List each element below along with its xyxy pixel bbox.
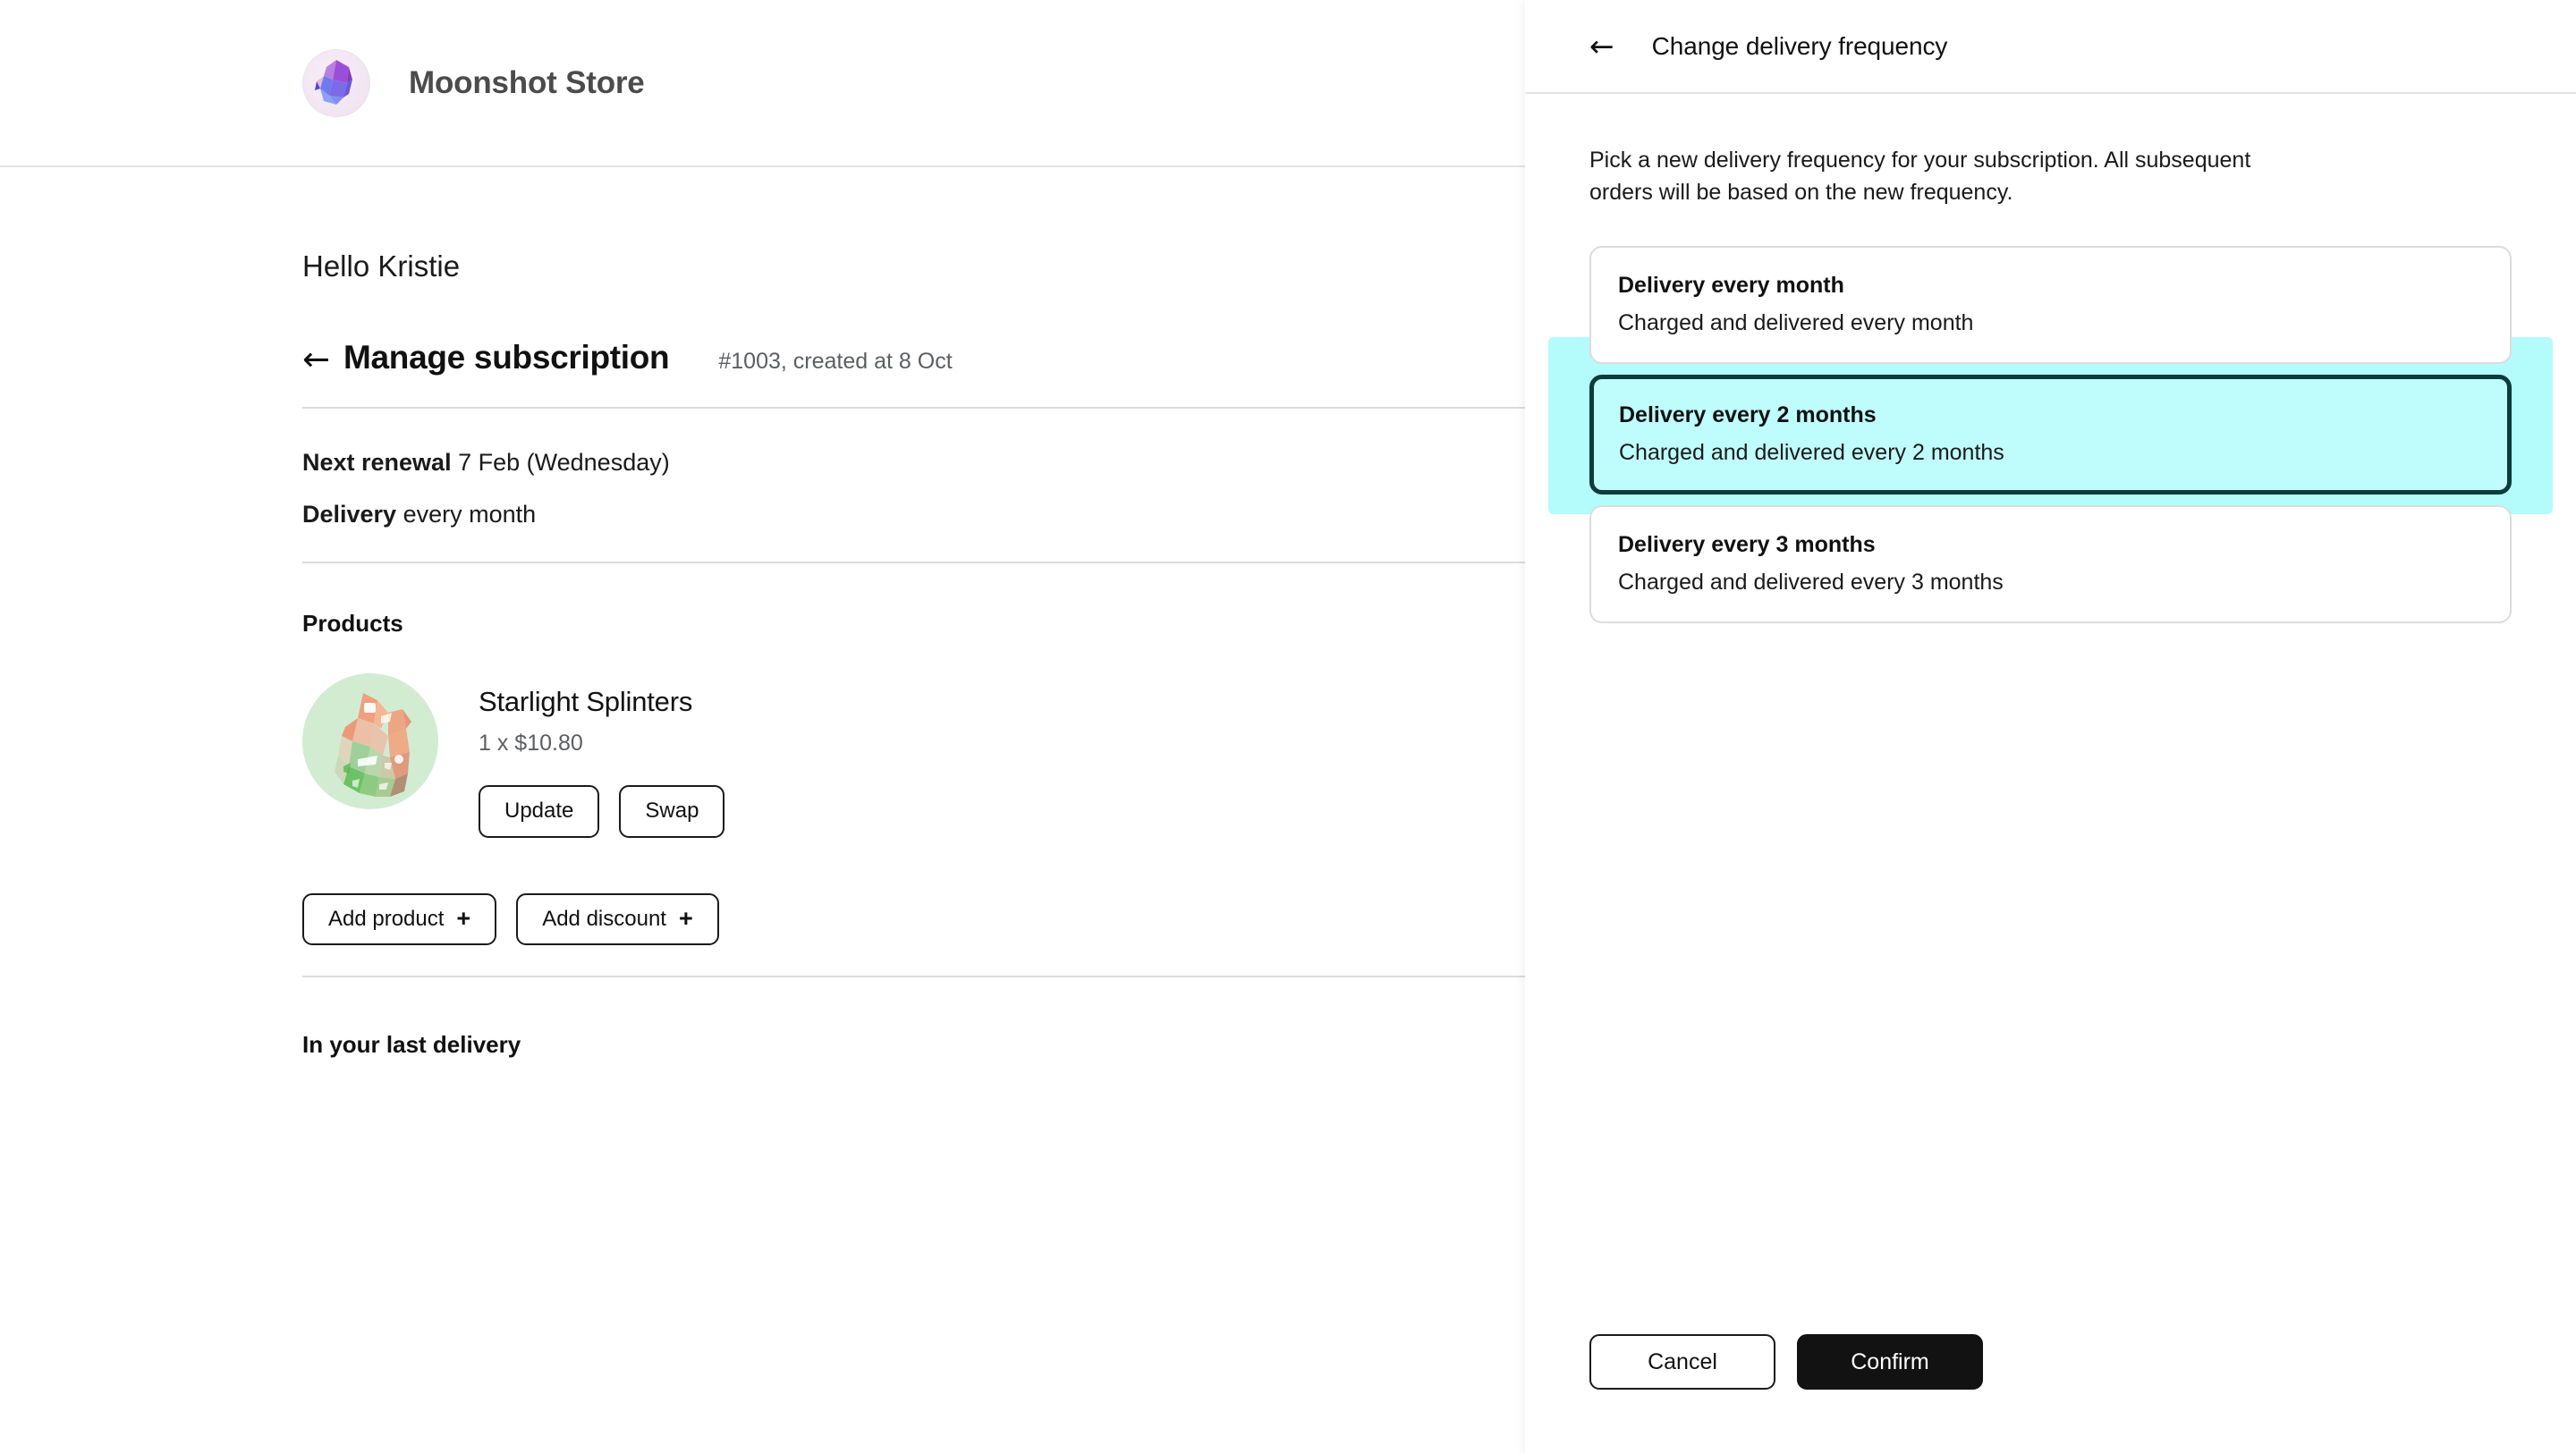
fact-label: Next renewal xyxy=(302,449,452,476)
main-content: Moonshot Store Hello Kristie ← Manage su… xyxy=(0,0,1525,1454)
update-button[interactable]: Update xyxy=(479,784,600,838)
page-content: Hello Kristie ← Manage subscription #100… xyxy=(0,167,1525,1059)
fact-value: every month xyxy=(402,501,537,528)
frequency-options: Delivery every month Charged and deliver… xyxy=(1548,246,2553,623)
frequency-option-3-months[interactable]: Delivery every 3 months Charged and deli… xyxy=(1589,505,2512,623)
divider xyxy=(302,561,1525,563)
option-title: Delivery every 3 months xyxy=(1618,532,1876,557)
product-actions: Update Swap xyxy=(479,784,725,838)
products-heading: Products xyxy=(302,609,403,637)
subscription-facts: Next renewal 7 Feb (Wednesday) Delivery … xyxy=(302,409,1525,531)
option-title: Delivery every month xyxy=(1618,273,1844,298)
fact-label: Delivery xyxy=(302,501,397,528)
panel-description: Pick a new delivery frequency for your s… xyxy=(1589,148,2251,205)
option-title: Delivery every 2 months xyxy=(1619,402,1877,427)
add-actions: Add product + Add discount + xyxy=(302,892,1525,946)
frequency-option-2-months[interactable]: Delivery every 2 months Charged and deli… xyxy=(1589,375,2512,495)
store-name: Moonshot Store xyxy=(409,64,645,100)
option-subtitle: Charged and delivered every 2 months xyxy=(1619,439,2004,465)
frequency-option-monthly[interactable]: Delivery every month Charged and deliver… xyxy=(1589,246,2512,364)
add-discount-label: Add discount xyxy=(542,906,666,931)
confirm-button[interactable]: Confirm xyxy=(1797,1334,1983,1390)
product-row: Starlight Splinters 1 x $10.80 Update Sw… xyxy=(302,672,1525,838)
cancel-button[interactable]: Cancel xyxy=(1589,1334,1775,1390)
option-subtitle: Charged and delivered every month xyxy=(1618,309,1974,335)
panel-back-arrow-icon[interactable]: ← xyxy=(1589,31,1614,61)
product-info: Starlight Splinters 1 x $10.80 Update Sw… xyxy=(479,673,725,838)
subscription-meta: #1003, created at 8 Oct xyxy=(718,349,953,374)
greeting-text: Hello Kristie xyxy=(302,249,461,283)
fact-next-renewal: Next renewal 7 Feb (Wednesday) xyxy=(302,446,1525,478)
add-product-button[interactable]: Add product + xyxy=(302,892,497,946)
store-header: Moonshot Store xyxy=(0,0,1525,167)
product-price: 1 x $10.80 xyxy=(479,730,583,756)
product-name: Starlight Splinters xyxy=(479,685,693,717)
product-image xyxy=(302,672,438,809)
fact-value: 7 Feb (Wednesday) xyxy=(458,449,670,476)
last-delivery-heading: In your last delivery xyxy=(302,1031,521,1059)
gem-logo-icon xyxy=(302,48,370,117)
swap-button[interactable]: Swap xyxy=(619,784,725,838)
option-subtitle: Charged and delivered every 3 months xyxy=(1618,569,2004,595)
page-head: ← Manage subscription #1003, created at … xyxy=(302,283,1525,376)
add-discount-button[interactable]: Add discount + xyxy=(516,892,719,946)
page-title: Manage subscription xyxy=(343,339,670,376)
plus-icon: + xyxy=(678,904,693,932)
divider xyxy=(302,976,1525,978)
add-product-label: Add product xyxy=(328,906,445,931)
back-arrow-icon[interactable]: ← xyxy=(302,342,343,376)
panel-footer: Cancel Confirm xyxy=(1525,1334,2576,1454)
plus-icon: + xyxy=(456,904,471,932)
app-screen: Moonshot Store Hello Kristie ← Manage su… xyxy=(0,0,2576,1454)
panel-title: Change delivery frequency xyxy=(1651,31,1948,60)
panel-body: Pick a new delivery frequency for your s… xyxy=(1525,94,2576,1334)
panel-header: ← Change delivery frequency xyxy=(1525,0,2576,94)
change-frequency-panel: ← Change delivery frequency Pick a new d… xyxy=(1525,0,2576,1454)
fact-delivery: Delivery every month xyxy=(302,498,1525,530)
